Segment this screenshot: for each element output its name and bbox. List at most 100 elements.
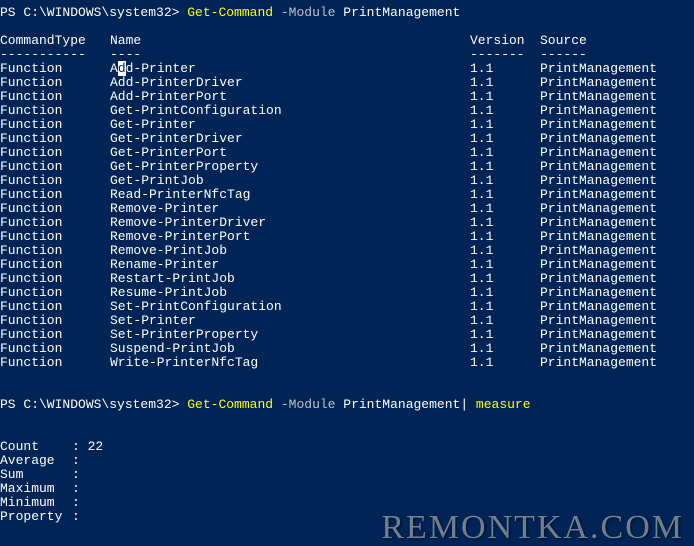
- cell-version: 1.1: [470, 76, 540, 90]
- cell-name: Get-PrintConfiguration: [110, 104, 470, 118]
- table-row: FunctionGet-PrinterProperty1.1PrintManag…: [0, 160, 694, 174]
- cell-source: PrintManagement: [540, 286, 657, 300]
- command-line-1: PS C:\WINDOWS\system32> Get-Command -Mod…: [0, 6, 694, 20]
- cmdlet-name-2: Get-Command: [187, 397, 273, 412]
- table-row: FunctionRemove-PrintJob1.1PrintManagemen…: [0, 244, 694, 258]
- cell-commandtype: Function: [0, 118, 110, 132]
- cell-source: PrintManagement: [540, 328, 657, 342]
- cell-commandtype: Function: [0, 342, 110, 356]
- cell-source: PrintManagement: [540, 314, 657, 328]
- cell-name: Suspend-PrintJob: [110, 342, 470, 356]
- cell-name: Remove-PrintJob: [110, 244, 470, 258]
- measure-count: Count: 22: [0, 440, 694, 454]
- cell-commandtype: Function: [0, 62, 110, 76]
- cell-version: 1.1: [470, 118, 540, 132]
- cell-commandtype: Function: [0, 328, 110, 342]
- param-module-2: -Module: [273, 397, 343, 412]
- table-row: FunctionResume-PrintJob1.1PrintManagemen…: [0, 286, 694, 300]
- cell-version: 1.1: [470, 104, 540, 118]
- cell-commandtype: Function: [0, 202, 110, 216]
- pipe-symbol: |: [460, 397, 476, 412]
- cell-source: PrintManagement: [540, 230, 657, 244]
- cell-name: Remove-PrinterPort: [110, 230, 470, 244]
- cell-name: Add-Printer: [110, 62, 470, 76]
- cell-name: Add-PrinterPort: [110, 90, 470, 104]
- header-name: Name: [110, 34, 470, 48]
- cell-commandtype: Function: [0, 244, 110, 258]
- command-line-2: PS C:\WINDOWS\system32> Get-Command -Mod…: [0, 398, 694, 412]
- cell-version: 1.1: [470, 174, 540, 188]
- cell-version: 1.1: [470, 146, 540, 160]
- table-row: FunctionRead-PrinterNfcTag1.1PrintManage…: [0, 188, 694, 202]
- measure-minimum: Minimum:: [0, 496, 694, 510]
- header-source: Source: [540, 34, 587, 48]
- cell-commandtype: Function: [0, 188, 110, 202]
- table-row: FunctionGet-PrinterPort1.1PrintManagemen…: [0, 146, 694, 160]
- cell-source: PrintManagement: [540, 244, 657, 258]
- cell-commandtype: Function: [0, 230, 110, 244]
- cell-version: 1.1: [470, 132, 540, 146]
- cell-name: Set-Printer: [110, 314, 470, 328]
- table-row: FunctionSet-PrintConfiguration1.1PrintMa…: [0, 300, 694, 314]
- cell-name: Restart-PrintJob: [110, 272, 470, 286]
- arg-module-name-2: PrintManagement: [343, 397, 460, 412]
- table-row: FunctionRemove-PrinterPort1.1PrintManage…: [0, 230, 694, 244]
- cell-source: PrintManagement: [540, 62, 657, 76]
- prompt-path-2: PS C:\WINDOWS\system32>: [0, 397, 187, 412]
- cell-name: Add-PrinterDriver: [110, 76, 470, 90]
- cell-commandtype: Function: [0, 272, 110, 286]
- cell-name: Get-PrinterProperty: [110, 160, 470, 174]
- measure-maximum: Maximum:: [0, 482, 694, 496]
- table-row: FunctionAdd-Printer1.1PrintManagement: [0, 62, 694, 76]
- cell-commandtype: Function: [0, 90, 110, 104]
- cell-name: Rename-Printer: [110, 258, 470, 272]
- cell-version: 1.1: [470, 356, 540, 370]
- table-body: FunctionAdd-Printer1.1PrintManagementFun…: [0, 62, 694, 370]
- prompt-path: PS C:\WINDOWS\system32>: [0, 5, 187, 20]
- cmdlet-name: Get-Command: [187, 5, 273, 20]
- cell-commandtype: Function: [0, 132, 110, 146]
- table-row: FunctionAdd-PrinterPort1.1PrintManagemen…: [0, 90, 694, 104]
- table-row: FunctionGet-PrintJob1.1PrintManagement: [0, 174, 694, 188]
- cell-commandtype: Function: [0, 216, 110, 230]
- table-row: FunctionGet-PrintConfiguration1.1PrintMa…: [0, 104, 694, 118]
- terminal-output[interactable]: PS C:\WINDOWS\system32> Get-Command -Mod…: [0, 0, 694, 524]
- table-row: FunctionRestart-PrintJob1.1PrintManageme…: [0, 272, 694, 286]
- cell-version: 1.1: [470, 244, 540, 258]
- measure-sum: Sum:: [0, 468, 694, 482]
- cell-commandtype: Function: [0, 356, 110, 370]
- cell-commandtype: Function: [0, 286, 110, 300]
- cell-name: Remove-Printer: [110, 202, 470, 216]
- table-row: FunctionSet-Printer1.1PrintManagement: [0, 314, 694, 328]
- param-module: -Module: [273, 5, 343, 20]
- cell-source: PrintManagement: [540, 132, 657, 146]
- cell-name: Get-PrintJob: [110, 174, 470, 188]
- measure-property: Property:: [0, 510, 694, 524]
- table-row: FunctionGet-PrinterDriver1.1PrintManagem…: [0, 132, 694, 146]
- cell-version: 1.1: [470, 328, 540, 342]
- cell-source: PrintManagement: [540, 76, 657, 90]
- cell-name: Write-PrinterNfcTag: [110, 356, 470, 370]
- cell-commandtype: Function: [0, 104, 110, 118]
- cmdlet-measure: measure: [476, 397, 531, 412]
- cell-name: Get-PrinterDriver: [110, 132, 470, 146]
- arg-module-name: PrintManagement: [343, 5, 460, 20]
- cell-version: 1.1: [470, 258, 540, 272]
- cell-version: 1.1: [470, 90, 540, 104]
- cell-source: PrintManagement: [540, 118, 657, 132]
- cell-commandtype: Function: [0, 314, 110, 328]
- cell-version: 1.1: [470, 286, 540, 300]
- cell-source: PrintManagement: [540, 300, 657, 314]
- cell-version: 1.1: [470, 342, 540, 356]
- cell-source: PrintManagement: [540, 104, 657, 118]
- table-row: FunctionAdd-PrinterDriver1.1PrintManagem…: [0, 76, 694, 90]
- table-row: FunctionRemove-Printer1.1PrintManagement: [0, 202, 694, 216]
- table-row: FunctionGet-Printer1.1PrintManagement: [0, 118, 694, 132]
- header-version: Version: [470, 34, 540, 48]
- cell-commandtype: Function: [0, 300, 110, 314]
- table-row: FunctionSuspend-PrintJob1.1PrintManageme…: [0, 342, 694, 356]
- header-commandtype: CommandType: [0, 34, 110, 48]
- cell-version: 1.1: [470, 272, 540, 286]
- table-row: FunctionRemove-PrinterDriver1.1PrintMana…: [0, 216, 694, 230]
- cell-source: PrintManagement: [540, 202, 657, 216]
